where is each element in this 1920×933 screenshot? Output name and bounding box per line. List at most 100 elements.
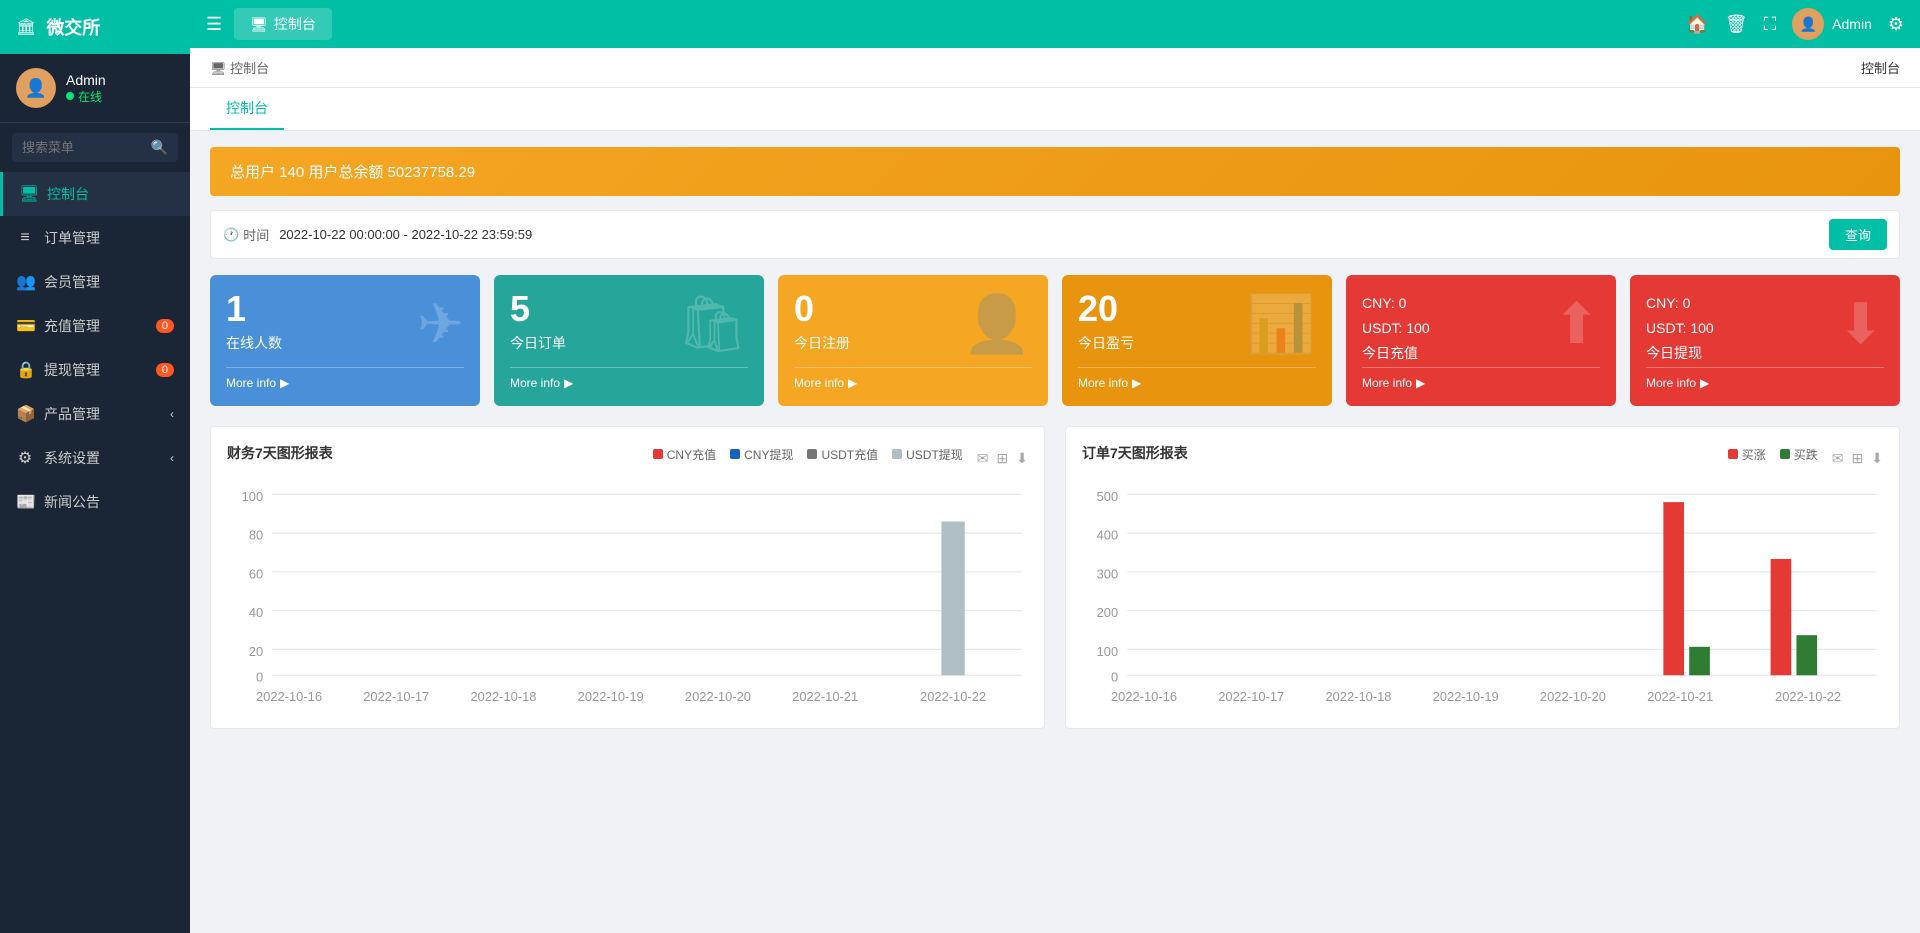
sidebar-item-settings[interactable]: ⚙ 系统设置 ‹ [0,436,190,480]
avatar: 👤 [16,68,56,108]
fullscreen-icon[interactable]: ⛶ [1764,14,1777,35]
products-arrow: ‹ [170,407,174,421]
withdraw-more-info[interactable]: More info ▶ [1646,367,1884,390]
recharge-icon: 💳 [16,316,34,336]
breadcrumb: 🖥 控制台 [210,58,269,77]
finance-chart-title: 财务7天图形报表 [227,443,333,463]
status-dot [66,92,74,100]
trash-icon[interactable]: 🗑 [1725,14,1748,35]
clock-icon: 🕐 [223,227,239,243]
settings-icon: ⚙ [16,448,34,468]
user-status: 在线 [66,88,106,105]
svg-text:2022-10-16: 2022-10-16 [256,689,322,704]
finance-chart-box: 财务7天图形报表 CNY充值 CNY提现 USDT充值 USDT提现 ✉ ⊞ [210,426,1045,730]
withdraw-badge: 0 [156,363,174,377]
svg-text:2022-10-20: 2022-10-20 [1540,689,1606,704]
svg-text:2022-10-20: 2022-10-20 [685,689,751,704]
svg-text:80: 80 [249,527,263,542]
withdraw-icon: 🔒 [16,360,34,380]
content: 🖥 控制台 控制台 控制台 总用户 140 用户总余额 50237758.29 … [190,48,1920,933]
topbar: ☰ 🖥 控制台 🏠 🗑 ⛶ 👤 Admin ⚙ [190,0,1920,48]
tab-dashboard[interactable]: 控制台 [210,88,284,130]
breadcrumb-bar: 🖥 控制台 控制台 [190,48,1920,88]
finance-grid-icon[interactable]: ⊞ [997,450,1009,467]
finance-download-icon[interactable]: ⬇ [1016,450,1028,467]
finance-mail-icon[interactable]: ✉ [977,450,989,467]
orders-chart-svg: 500 400 300 200 100 0 [1082,475,1883,708]
query-button[interactable]: 查询 [1829,219,1887,250]
sidebar-header: 🏛 微交所 [0,0,190,54]
withdraw-bg-icon: ⬇ [1837,291,1884,357]
sidebar-item-dashboard[interactable]: 🖥 控制台 [0,172,190,216]
breadcrumb-current: 控制台 [1861,58,1900,77]
main-wrapper: ☰ 🖥 控制台 🏠 🗑 ⛶ 👤 Admin ⚙ 🖥 控制台 控制台 [190,0,1920,933]
svg-text:2022-10-17: 2022-10-17 [1218,689,1284,704]
online-more-info[interactable]: More info ▶ [226,367,464,390]
date-label: 🕐 时间 [223,225,269,244]
topbar-avatar: 👤 [1792,8,1824,40]
tab-nav: 控制台 [190,88,1920,131]
sidebar-item-news[interactable]: 📰 新闻公告 [0,480,190,524]
recharge-more-info[interactable]: More info ▶ [1362,367,1600,390]
finance-bar-usdt-withdraw-6 [941,521,964,675]
topbar-tab-dashboard[interactable]: 🖥 控制台 [234,8,332,40]
svg-text:300: 300 [1097,566,1119,581]
finance-chart-tools[interactable]: ✉ ⊞ ⬇ [977,450,1028,467]
dashboard-icon: 🖥 [19,184,37,204]
orders-download-icon[interactable]: ⬇ [1871,450,1883,467]
stat-card-profit: 20 今日盈亏 📊 More info ▶ [1062,275,1332,406]
orders-chart-tools[interactable]: ✉ ⊞ ⬇ [1832,450,1883,467]
register-more-info[interactable]: More info ▶ [794,367,1032,390]
svg-text:2022-10-22: 2022-10-22 [1775,689,1841,704]
orders-icon: ≡ [16,229,34,247]
svg-text:2022-10-18: 2022-10-18 [470,689,536,704]
svg-text:2022-10-21: 2022-10-21 [1647,689,1713,704]
products-icon: 📦 [16,404,34,424]
home-icon[interactable]: 🏠 [1686,14,1708,35]
main-content: 总用户 140 用户总余额 50237758.29 🕐 时间 2022-10-2… [190,131,1920,745]
menu-toggle-icon[interactable]: ☰ [206,14,222,35]
topbar-user[interactable]: 👤 Admin [1792,8,1872,40]
breadcrumb-icon: 🖥 [210,61,227,76]
orders-grid-icon[interactable]: ⊞ [1852,450,1864,467]
search-box[interactable]: 🔍 [12,133,178,162]
svg-text:2022-10-22: 2022-10-22 [920,689,986,704]
sidebar-logo-text: 微交所 [46,14,100,40]
sidebar: 🏛 微交所 👤 Admin 在线 🔍 🖥 控制台 ≡ 订单管理 👥 会员管理 💳… [0,0,190,933]
orders-bar-up-5 [1663,502,1684,675]
sidebar-item-orders[interactable]: ≡ 订单管理 [0,216,190,260]
settings-arrow: ‹ [170,451,174,465]
svg-text:2022-10-19: 2022-10-19 [1433,689,1499,704]
news-icon: 📰 [16,492,34,512]
date-value[interactable]: 2022-10-22 00:00:00 - 2022-10-22 23:59:5… [279,227,1819,242]
svg-text:200: 200 [1097,605,1119,620]
orders-bg-icon: 🛍 [677,291,748,357]
stat-card-register: 0 今日注册 👤 More info ▶ [778,275,1048,406]
more-options-icon[interactable]: ⚙ [1888,14,1904,35]
search-icon: 🔍 [151,139,168,156]
search-input[interactable] [22,140,145,155]
sidebar-user: 👤 Admin 在线 [0,54,190,123]
orders-more-info[interactable]: More info ▶ [510,367,748,390]
orders-chart-legend: 买涨 买跌 [1728,446,1818,463]
stat-card-orders: 5 今日订单 🛍 More info ▶ [494,275,764,406]
date-filter: 🕐 时间 2022-10-22 00:00:00 - 2022-10-22 23… [210,210,1900,259]
sidebar-item-recharge[interactable]: 💳 充值管理 0 [0,304,190,348]
profit-bg-icon: 📊 [1246,291,1316,357]
svg-text:2022-10-21: 2022-10-21 [792,689,858,704]
sidebar-logo: 🏛 [16,17,36,37]
svg-text:500: 500 [1097,488,1119,503]
svg-text:100: 100 [1097,643,1119,658]
sidebar-item-withdraw[interactable]: 🔒 提现管理 0 [0,348,190,392]
svg-text:0: 0 [1111,669,1118,684]
members-icon: 👥 [16,272,34,292]
sidebar-item-members[interactable]: 👥 会员管理 [0,260,190,304]
register-bg-icon: 👤 [962,291,1032,357]
orders-bar-up-6 [1771,559,1792,675]
stat-card-withdraw: CNY: 0 USDT: 100 今日提现 ⬇ More info ▶ [1630,275,1900,406]
orders-mail-icon[interactable]: ✉ [1832,450,1844,467]
svg-text:60: 60 [249,566,263,581]
finance-chart-legend: CNY充值 CNY提现 USDT充值 USDT提现 [653,446,963,463]
profit-more-info[interactable]: More info ▶ [1078,367,1316,390]
sidebar-item-products[interactable]: 📦 产品管理 ‹ [0,392,190,436]
